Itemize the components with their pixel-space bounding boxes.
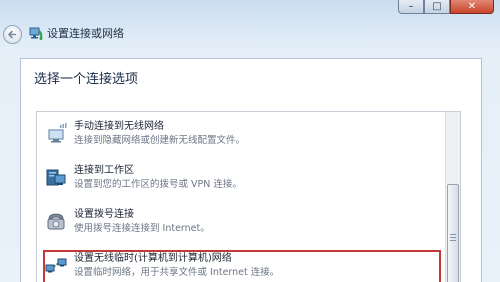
option-description: 连接到隐藏网络或创建新无线配置文件。 [74,135,246,146]
adhoc-network-icon [45,258,67,273]
window-controls: – □ ✕ [398,0,494,14]
maximize-button[interactable]: □ [424,0,450,14]
back-arrow-icon [8,30,17,39]
option-adhoc-network[interactable]: 设置无线临时(计算机到计算机)网络 设置临时网络，用于共享文件或 Interne… [43,250,441,282]
option-dialup[interactable]: 设置拨号连接 使用拨号连接连接到 Internet。 [43,206,441,242]
page-heading: 选择一个连接选项 [34,72,139,87]
window-title: 设置连接或网络 [47,27,124,40]
dialup-phone-icon [47,213,65,230]
minimize-button[interactable]: – [398,0,424,14]
option-manual-wireless[interactable]: 手动连接到无线网络 连接到隐藏网络或创建新无线配置文件。 [43,118,441,154]
workplace-computer-icon [46,169,66,186]
setup-connection-window: – □ ✕ 设置连接或网络 选择一个连接选项 手动连接到无线网络 连接到隐藏网络… [0,0,500,282]
back-button[interactable] [3,25,22,44]
option-title: 连接到工作区 [74,165,134,176]
list-scrollbar[interactable] [445,112,460,282]
network-icon [29,27,43,40]
close-button[interactable]: ✕ [450,0,494,14]
option-description: 设置到您的工作区的拨号或 VPN 连接。 [74,179,242,190]
wireless-network-icon [48,123,67,143]
option-workplace[interactable]: 连接到工作区 设置到您的工作区的拨号或 VPN 连接。 [43,162,441,198]
option-title: 设置拨号连接 [74,209,134,220]
scrollbar-thumb[interactable] [447,184,459,282]
option-description: 使用拨号连接连接到 Internet。 [74,223,210,234]
option-title: 设置无线临时(计算机到计算机)网络 [74,253,232,264]
content-panel: 选择一个连接选项 手动连接到无线网络 连接到隐藏网络或创建新无线配置文件。 连接… [20,58,482,282]
option-description: 设置临时网络，用于共享文件或 Internet 连接。 [74,267,280,278]
option-title: 手动连接到无线网络 [74,121,164,132]
connection-options-list: 手动连接到无线网络 连接到隐藏网络或创建新无线配置文件。 连接到工作区 设置到您… [36,111,461,282]
